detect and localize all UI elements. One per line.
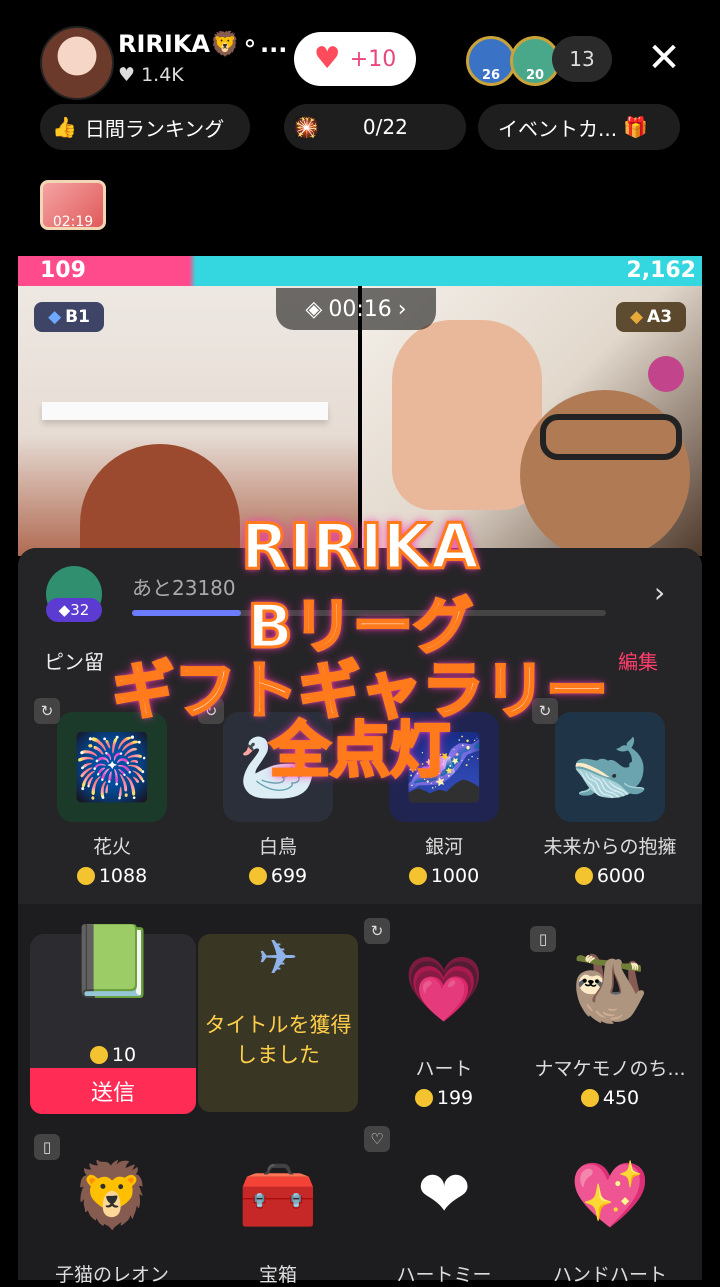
right-score: 2,162 (626, 258, 696, 283)
gift-icon: ❤ (417, 1158, 471, 1232)
price-text: 199 (436, 1087, 474, 1109)
gift-price: 699 (198, 865, 358, 887)
left-league-badge[interactable]: ◆ B1 (34, 302, 104, 332)
right-league-badge[interactable]: ◆ A3 (616, 302, 686, 332)
gift-item[interactable]: 🦥 ナマケモノのち... 450 (530, 934, 690, 1110)
gift-price: 1088 (32, 865, 192, 887)
diamond-icon: ◆ (48, 307, 62, 327)
price-text: 6000 (596, 865, 646, 887)
timer-text: 00:16 (328, 296, 392, 322)
gift-name: 花火 (92, 836, 131, 858)
gift-name: ナマケモノのち... (534, 1058, 686, 1080)
coin-icon (408, 867, 427, 885)
coin-icon (248, 867, 267, 885)
jet-icon: ✈ (257, 930, 299, 986)
gift-item[interactable]: 💗 ハート 199 (364, 934, 524, 1110)
follow-label: +10 (349, 46, 397, 72)
viewer-avatar-1[interactable]: 26 (466, 36, 516, 86)
gift-item[interactable]: ❤ ハートミー (364, 1140, 524, 1287)
gift-name: 未来からの抱擁 (543, 836, 677, 858)
host-likes-count: 1.4K (141, 64, 184, 86)
gift-icon: 🎁 (623, 115, 648, 139)
price-text: 699 (270, 865, 308, 887)
price-text: 450 (602, 1087, 640, 1109)
host-likes: ♥ 1.4K (118, 64, 184, 86)
gift-name: 銀河 (424, 836, 463, 858)
left-league-label: B1 (65, 307, 90, 327)
video-icon: ▯ (530, 926, 556, 952)
heart-icon: ♥ (313, 41, 341, 76)
selected-gift-price: 10 (30, 1044, 196, 1066)
coin-icon (414, 1089, 433, 1107)
host-avatar[interactable] (40, 26, 114, 100)
event-pill[interactable]: イベントカ... 🎁 (478, 104, 680, 150)
close-icon[interactable]: ✕ (644, 36, 684, 80)
left-score: 109 (40, 258, 86, 283)
gift-item[interactable]: 🧰 宝箱 (198, 1140, 358, 1287)
daily-ranking-pill[interactable]: 👍 日間ランキング (40, 104, 250, 150)
coin-icon (76, 867, 95, 885)
gift-name: 宝箱 (258, 1264, 297, 1286)
effect-icon[interactable] (648, 356, 684, 392)
gift-item[interactable]: 🦁 子猫のレオン (32, 1140, 192, 1287)
gift-name: 子猫のレオン (54, 1264, 169, 1286)
gift-price: 199 (364, 1087, 524, 1109)
refresh-icon: ↻ (364, 918, 390, 944)
gift-item[interactable]: 💖 ハンドハート (530, 1140, 690, 1287)
price-text: 10 (111, 1044, 137, 1066)
heart-outline-icon: ♡ (364, 1126, 390, 1152)
viewer-badge: 20 (525, 68, 545, 83)
gift-icon: 🦥 (570, 952, 650, 1027)
viewer-badge: 26 (481, 68, 501, 83)
viewer-count[interactable]: 13 (552, 36, 612, 82)
event-label: イベントカ... (498, 116, 618, 141)
goal-pill[interactable]: 🎇 0/22 (284, 104, 466, 150)
gift-icon: 🦁 (72, 1158, 152, 1233)
gift-icon: 🧰 (238, 1158, 318, 1233)
price-text: 1088 (98, 865, 148, 887)
gift-price: 1000 (364, 865, 524, 887)
title-card-text: タイトルを獲得しました (204, 1013, 352, 1067)
battle-score-bar (18, 256, 702, 286)
chest-timer-text: 02:19 (52, 214, 94, 230)
coin-icon (574, 867, 593, 885)
gift-icon: 💖 (570, 1158, 650, 1233)
gift-name: ハートミー (396, 1264, 492, 1286)
fireworks-icon: 🎇 (294, 115, 319, 139)
gift-icon: 💗 (404, 952, 484, 1027)
gift-price: 6000 (530, 865, 690, 887)
gift-name: 白鳥 (258, 836, 297, 858)
diamond-icon: ◈ (305, 296, 323, 322)
gift-name: ハンドハート (552, 1264, 667, 1286)
goal-label: 0/22 (362, 115, 408, 139)
caption-line-1: RIRIKA (240, 509, 481, 585)
ranking-label: 日間ランキング (84, 116, 225, 141)
video-icon: ▯ (34, 1134, 60, 1160)
price-text: 1000 (430, 865, 480, 887)
diamond-icon: ◆ (629, 307, 644, 327)
shelf (42, 402, 328, 420)
coin-icon (580, 1089, 599, 1107)
treasure-chest-button[interactable]: 02:19 (38, 180, 108, 238)
gift-price: 450 (530, 1087, 690, 1109)
send-button[interactable]: 送信 (30, 1068, 196, 1114)
book-icon: 📗 (69, 920, 157, 1002)
thumbs-up-icon: 👍 (52, 115, 77, 139)
battle-timer[interactable]: ◈ 00:16 › (276, 288, 436, 330)
gift-name: ハート (415, 1058, 473, 1080)
follow-button[interactable]: ♥ +10 (294, 32, 416, 86)
host-name[interactable]: RIRIKA🦁⚬... (118, 30, 287, 58)
glasses (540, 414, 682, 460)
heart-icon: ♥ (118, 64, 142, 86)
right-league-label: A3 (647, 307, 673, 327)
caption-line-4: 全点灯 (269, 715, 452, 788)
coin-icon (89, 1046, 108, 1064)
chevron-right-icon: › (397, 296, 407, 322)
